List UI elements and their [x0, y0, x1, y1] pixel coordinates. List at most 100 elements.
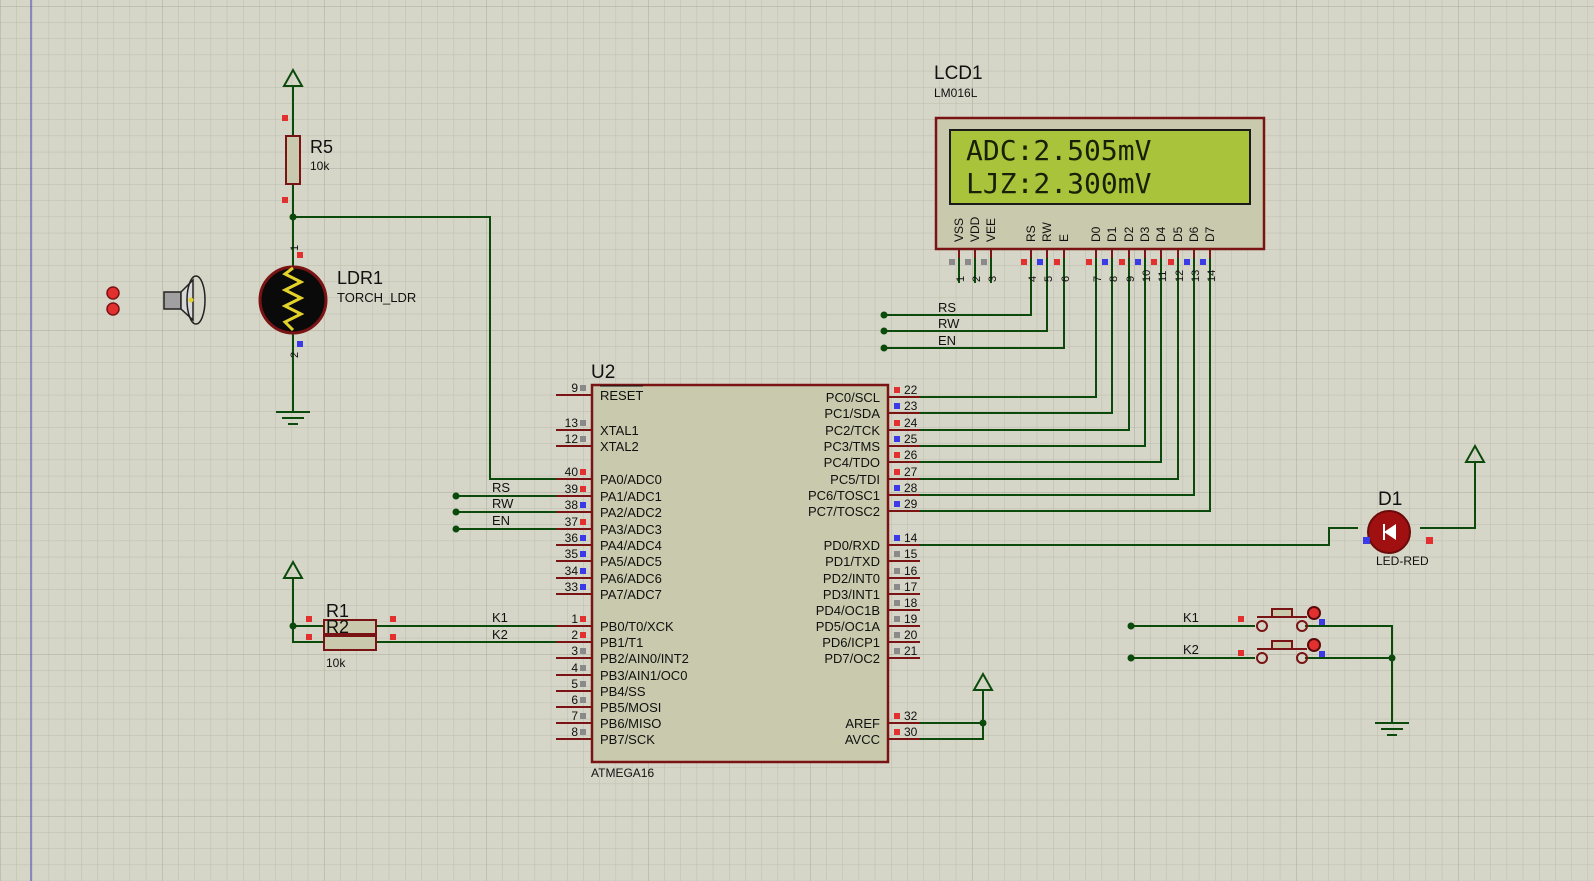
lcd-model: LM016L: [934, 86, 978, 100]
mcu-pin-marker: [894, 729, 900, 735]
mcu-pin-marker: [894, 436, 900, 442]
mcu-pin-name: PA6/ADC6: [600, 571, 662, 586]
ldr-ref: LDR1: [337, 268, 383, 288]
mcu-pin-number: 20: [904, 628, 918, 642]
mcu-pin-marker: [580, 535, 586, 541]
net-label-en-mcu: EN: [492, 513, 510, 528]
lcd-pin-number: 3: [987, 276, 999, 282]
lcd-pin-number: 2: [971, 276, 983, 282]
mcu-pin-marker: [894, 485, 900, 491]
mcu-pin-marker: [580, 519, 586, 525]
lcd-pin-name: D7: [1203, 226, 1217, 242]
lcd-pin-name: VDD: [968, 216, 982, 242]
mcu-pin-name: PC2/TCK: [825, 423, 880, 438]
mcu-pin-number: 37: [565, 515, 579, 529]
mcu-pin-name: PA7/ADC7: [600, 587, 662, 602]
mcu-pin-number: 17: [904, 580, 918, 594]
lcd-pin-marker: [1119, 259, 1125, 265]
mcu-pin-name: XTAL2: [600, 439, 639, 454]
lcd-ref: LCD1: [934, 63, 983, 84]
mcu-pin-marker: [580, 584, 586, 590]
mcu-pin-name: PD4/OC1B: [816, 603, 880, 618]
mcu-atmega16[interactable]: U2 ATMEGA16 9 RESET13 XTAL112 XTAL240 PA0/AD…: [556, 362, 920, 780]
mcu-pin-number: 21: [904, 644, 918, 658]
mcu-pin-name: PC7/TOSC2: [808, 504, 880, 519]
mcu-pin-name: PB4/SS: [600, 684, 646, 699]
lcd-pin-marker: [1086, 259, 1092, 265]
mcu-pin-marker: [894, 501, 900, 507]
lcd-pin-marker: [965, 259, 971, 265]
mcu-pin-number: 26: [904, 448, 918, 462]
mcu-pin-marker: [580, 648, 586, 654]
lcd-pin-marker: [1021, 259, 1027, 265]
lcd-pin-marker: [1184, 259, 1190, 265]
r2-ref: R2: [326, 617, 349, 637]
mcu-pin-name: PD2/INT0: [823, 571, 880, 586]
led-model: LED-RED: [1376, 554, 1429, 568]
lcd-pin-number: 11: [1157, 271, 1169, 282]
mcu-pin-number: 3: [571, 644, 578, 658]
mcu-pin-number: 32: [904, 709, 918, 723]
mcu-pin-name: PA2/ADC2: [600, 505, 662, 520]
lcd-line-1: ADC:2.505mV: [966, 134, 1152, 167]
mcu-pin-name: PB3/AIN1/OC0: [600, 668, 687, 683]
mcu-pin-number: 30: [904, 725, 918, 739]
lcd-pin-number: 12: [1174, 270, 1186, 282]
mcu-pin-name: PA3/ADC3: [600, 522, 662, 537]
r2-value: 10k: [326, 656, 346, 670]
mcu-pin-number: 40: [565, 465, 579, 479]
mcu-pin-number: 27: [904, 465, 918, 479]
mcu-pin-marker: [894, 551, 900, 557]
mcu-pin-marker: [580, 502, 586, 508]
mcu-pin-marker: [894, 713, 900, 719]
mcu-pin-number: 7: [571, 709, 578, 723]
mcu-pin-marker: [894, 632, 900, 638]
mcu-pin-number: 35: [565, 547, 579, 561]
lcd-pin-number: 4: [1027, 276, 1039, 282]
mcu-pin-name: PD1/TXD: [825, 554, 880, 569]
lcd-pin-name: RW: [1040, 222, 1054, 242]
mcu-pin-marker: [894, 403, 900, 409]
mcu-pin-number: 9: [571, 381, 578, 395]
lcd-pin-number: 8: [1108, 276, 1120, 282]
lcd-pin-marker: [1151, 259, 1157, 265]
mcu-pin-marker: [580, 568, 586, 574]
mcu-pin-name: PB7/SCK: [600, 732, 655, 747]
lcd-pin-marker: [1102, 259, 1108, 265]
button-k1-label: K1: [1183, 610, 1199, 625]
mcu-pin-name: PC1/SDA: [824, 406, 880, 421]
lcd-pin-marker: [1135, 259, 1141, 265]
mcu-pin-marker: [580, 713, 586, 719]
lcd-pin-number: 10: [1141, 270, 1153, 282]
mcu-pin-number: 4: [571, 661, 578, 675]
mcu-pin-name: RESET: [600, 388, 643, 403]
mcu-pin-marker: [894, 535, 900, 541]
mcu-pin-number: 34: [565, 564, 579, 578]
lcd-pin-number: 6: [1060, 276, 1072, 282]
mcu-pin-marker: [894, 420, 900, 426]
mcu-pin-marker: [894, 452, 900, 458]
mcu-pin-number: 1: [571, 612, 578, 626]
mcu-pin-name: PB2/AIN0/INT2: [600, 651, 689, 666]
lcd-pin-name: D4: [1154, 226, 1168, 242]
button-k2-label: K2: [1183, 642, 1199, 657]
mcu-pin-marker: [580, 632, 586, 638]
lcd-pin-number: 13: [1190, 270, 1202, 282]
mcu-pin-name: XTAL1: [600, 423, 639, 438]
mcu-pin-name: PA4/ADC4: [600, 538, 662, 553]
mcu-pin-marker: [894, 648, 900, 654]
mcu-pin-name: PD3/INT1: [823, 587, 880, 602]
lcd-pin-marker: [1200, 259, 1206, 265]
lcd-pin-marker: [1054, 259, 1060, 265]
mcu-pin-marker: [894, 387, 900, 393]
mcu-pin-name: PD5/OC1A: [816, 619, 881, 634]
lcd-pin-name: D5: [1171, 226, 1185, 242]
mcu-pin-number: 12: [565, 432, 579, 446]
lcd-pin-number: 1: [955, 276, 967, 282]
mcu-pin-marker: [580, 616, 586, 622]
mcu-pin-number: 24: [904, 416, 918, 430]
mcu-pin-name: PB5/MOSI: [600, 700, 661, 715]
mcu-pin-number: 16: [904, 564, 918, 578]
mcu-pin-name: PD6/ICP1: [822, 635, 880, 650]
mcu-pin-number: 39: [565, 482, 579, 496]
